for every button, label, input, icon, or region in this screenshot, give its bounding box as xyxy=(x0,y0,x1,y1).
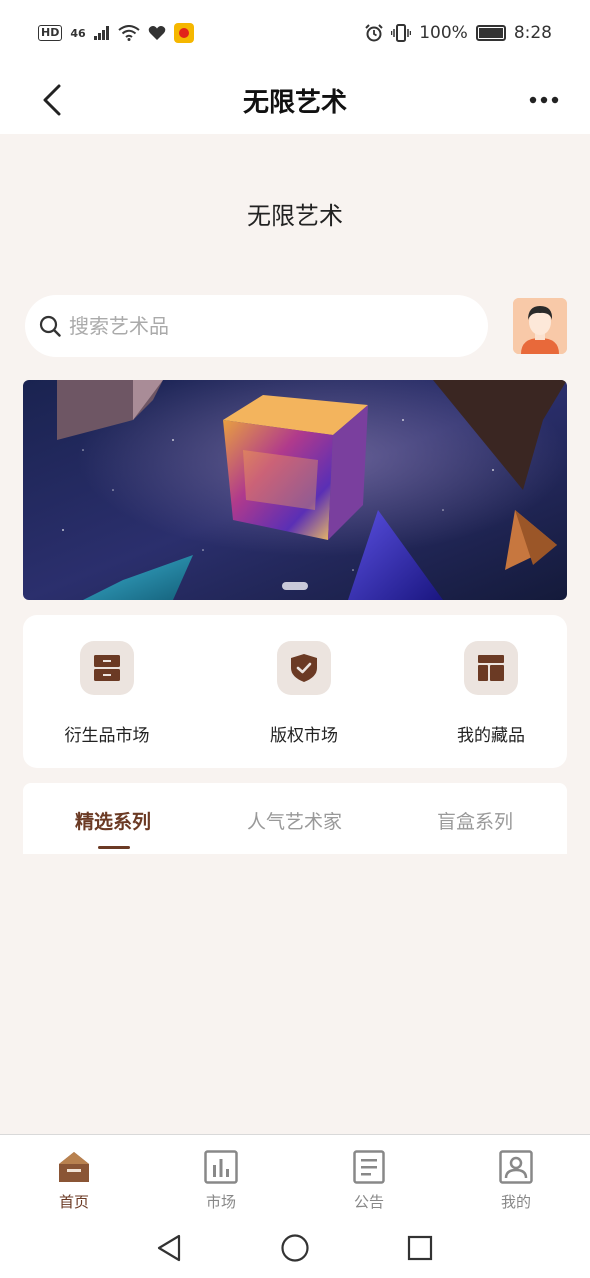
nav-label: 公告 xyxy=(353,1193,384,1211)
status-right: 100% 8:28 xyxy=(365,23,552,43)
square-recents-icon xyxy=(407,1235,433,1261)
triangle-back-icon xyxy=(157,1234,181,1262)
chart-icon xyxy=(204,1150,238,1184)
avatar[interactable] xyxy=(513,298,567,354)
more-button[interactable] xyxy=(526,80,562,120)
page-title: 无限艺术 xyxy=(242,87,347,118)
wifi-icon xyxy=(118,25,140,41)
health-heart-icon xyxy=(148,26,165,40)
quick-item-copyright-market[interactable]: 版权市场 xyxy=(239,641,369,746)
banner-artwork xyxy=(23,380,567,600)
quick-item-label: 版权市场 xyxy=(270,726,338,746)
nav-market[interactable]: 市场 xyxy=(186,1149,256,1212)
quick-icon-wrap xyxy=(80,641,134,695)
quick-icon-wrap xyxy=(464,641,518,695)
tab-blind-box-series[interactable]: 盲盒系列 xyxy=(437,807,513,834)
app-header: 无限艺术 xyxy=(0,66,590,134)
circle-home-icon xyxy=(281,1234,309,1262)
system-recents-button[interactable] xyxy=(402,1230,438,1266)
derivatives-market-icon xyxy=(94,655,120,681)
quick-item-my-collection[interactable]: 我的藏品 xyxy=(426,641,556,746)
battery-percent: 100% xyxy=(419,23,468,43)
nav-home[interactable]: 首页 xyxy=(39,1149,109,1212)
nav-notice[interactable]: 公告 xyxy=(334,1149,404,1212)
search-icon xyxy=(39,315,61,337)
bottom-nav: 首页 市场 公告 我的 xyxy=(0,1134,590,1218)
nav-label: 首页 xyxy=(58,1193,89,1211)
active-tab-indicator xyxy=(98,846,130,849)
home-icon xyxy=(59,1152,89,1182)
more-dots-icon xyxy=(529,96,559,104)
series-tabs: 精选系列 人气艺术家 盲盒系列 xyxy=(23,783,567,854)
nav-icon-wrap xyxy=(498,1149,534,1185)
page-subtitle: 无限艺术 xyxy=(247,202,343,230)
nav-icon-wrap xyxy=(56,1149,92,1185)
battery-icon xyxy=(475,25,506,41)
system-back-button[interactable] xyxy=(151,1230,187,1266)
system-nav-bar xyxy=(0,1218,590,1278)
copyright-shield-icon xyxy=(291,654,317,682)
notice-icon xyxy=(353,1150,385,1184)
banner-pager-dot[interactable] xyxy=(282,582,308,590)
signal-icon xyxy=(93,26,109,40)
system-home-button[interactable] xyxy=(277,1230,313,1266)
tab-popular-artists[interactable]: 人气艺术家 xyxy=(247,807,342,834)
quick-item-derivatives-market[interactable]: 衍生品市场 xyxy=(42,641,172,746)
profile-icon xyxy=(499,1150,533,1184)
back-button[interactable] xyxy=(32,80,72,120)
tab-featured-series[interactable]: 精选系列 xyxy=(75,807,151,834)
nav-label: 我的 xyxy=(500,1193,531,1211)
status-left: HD 46 xyxy=(38,23,194,43)
search-input[interactable] xyxy=(69,314,449,338)
quick-menu: 衍生品市场 版权市场 我的藏品 xyxy=(23,615,567,768)
vibrate-icon xyxy=(391,24,412,42)
chevron-left-icon xyxy=(43,84,61,116)
hd-badge: HD xyxy=(38,25,63,41)
user-avatar-icon xyxy=(513,298,567,354)
nav-icon-wrap xyxy=(203,1149,239,1185)
my-collection-icon xyxy=(478,655,504,681)
alarm-icon xyxy=(365,24,383,42)
search-bar[interactable] xyxy=(25,295,488,357)
status-bar: HD 46 100% 8:28 xyxy=(0,0,590,66)
quick-icon-wrap xyxy=(277,641,331,695)
network-type: 46 xyxy=(70,26,86,40)
nav-profile[interactable]: 我的 xyxy=(481,1149,551,1212)
quick-item-label: 衍生品市场 xyxy=(64,726,150,746)
nav-label: 市场 xyxy=(205,1193,236,1211)
quick-item-label: 我的藏品 xyxy=(457,726,525,746)
promo-banner[interactable] xyxy=(23,380,567,600)
weibo-app-icon xyxy=(173,23,194,43)
clock: 8:28 xyxy=(513,23,552,43)
nav-icon-wrap xyxy=(351,1149,387,1185)
